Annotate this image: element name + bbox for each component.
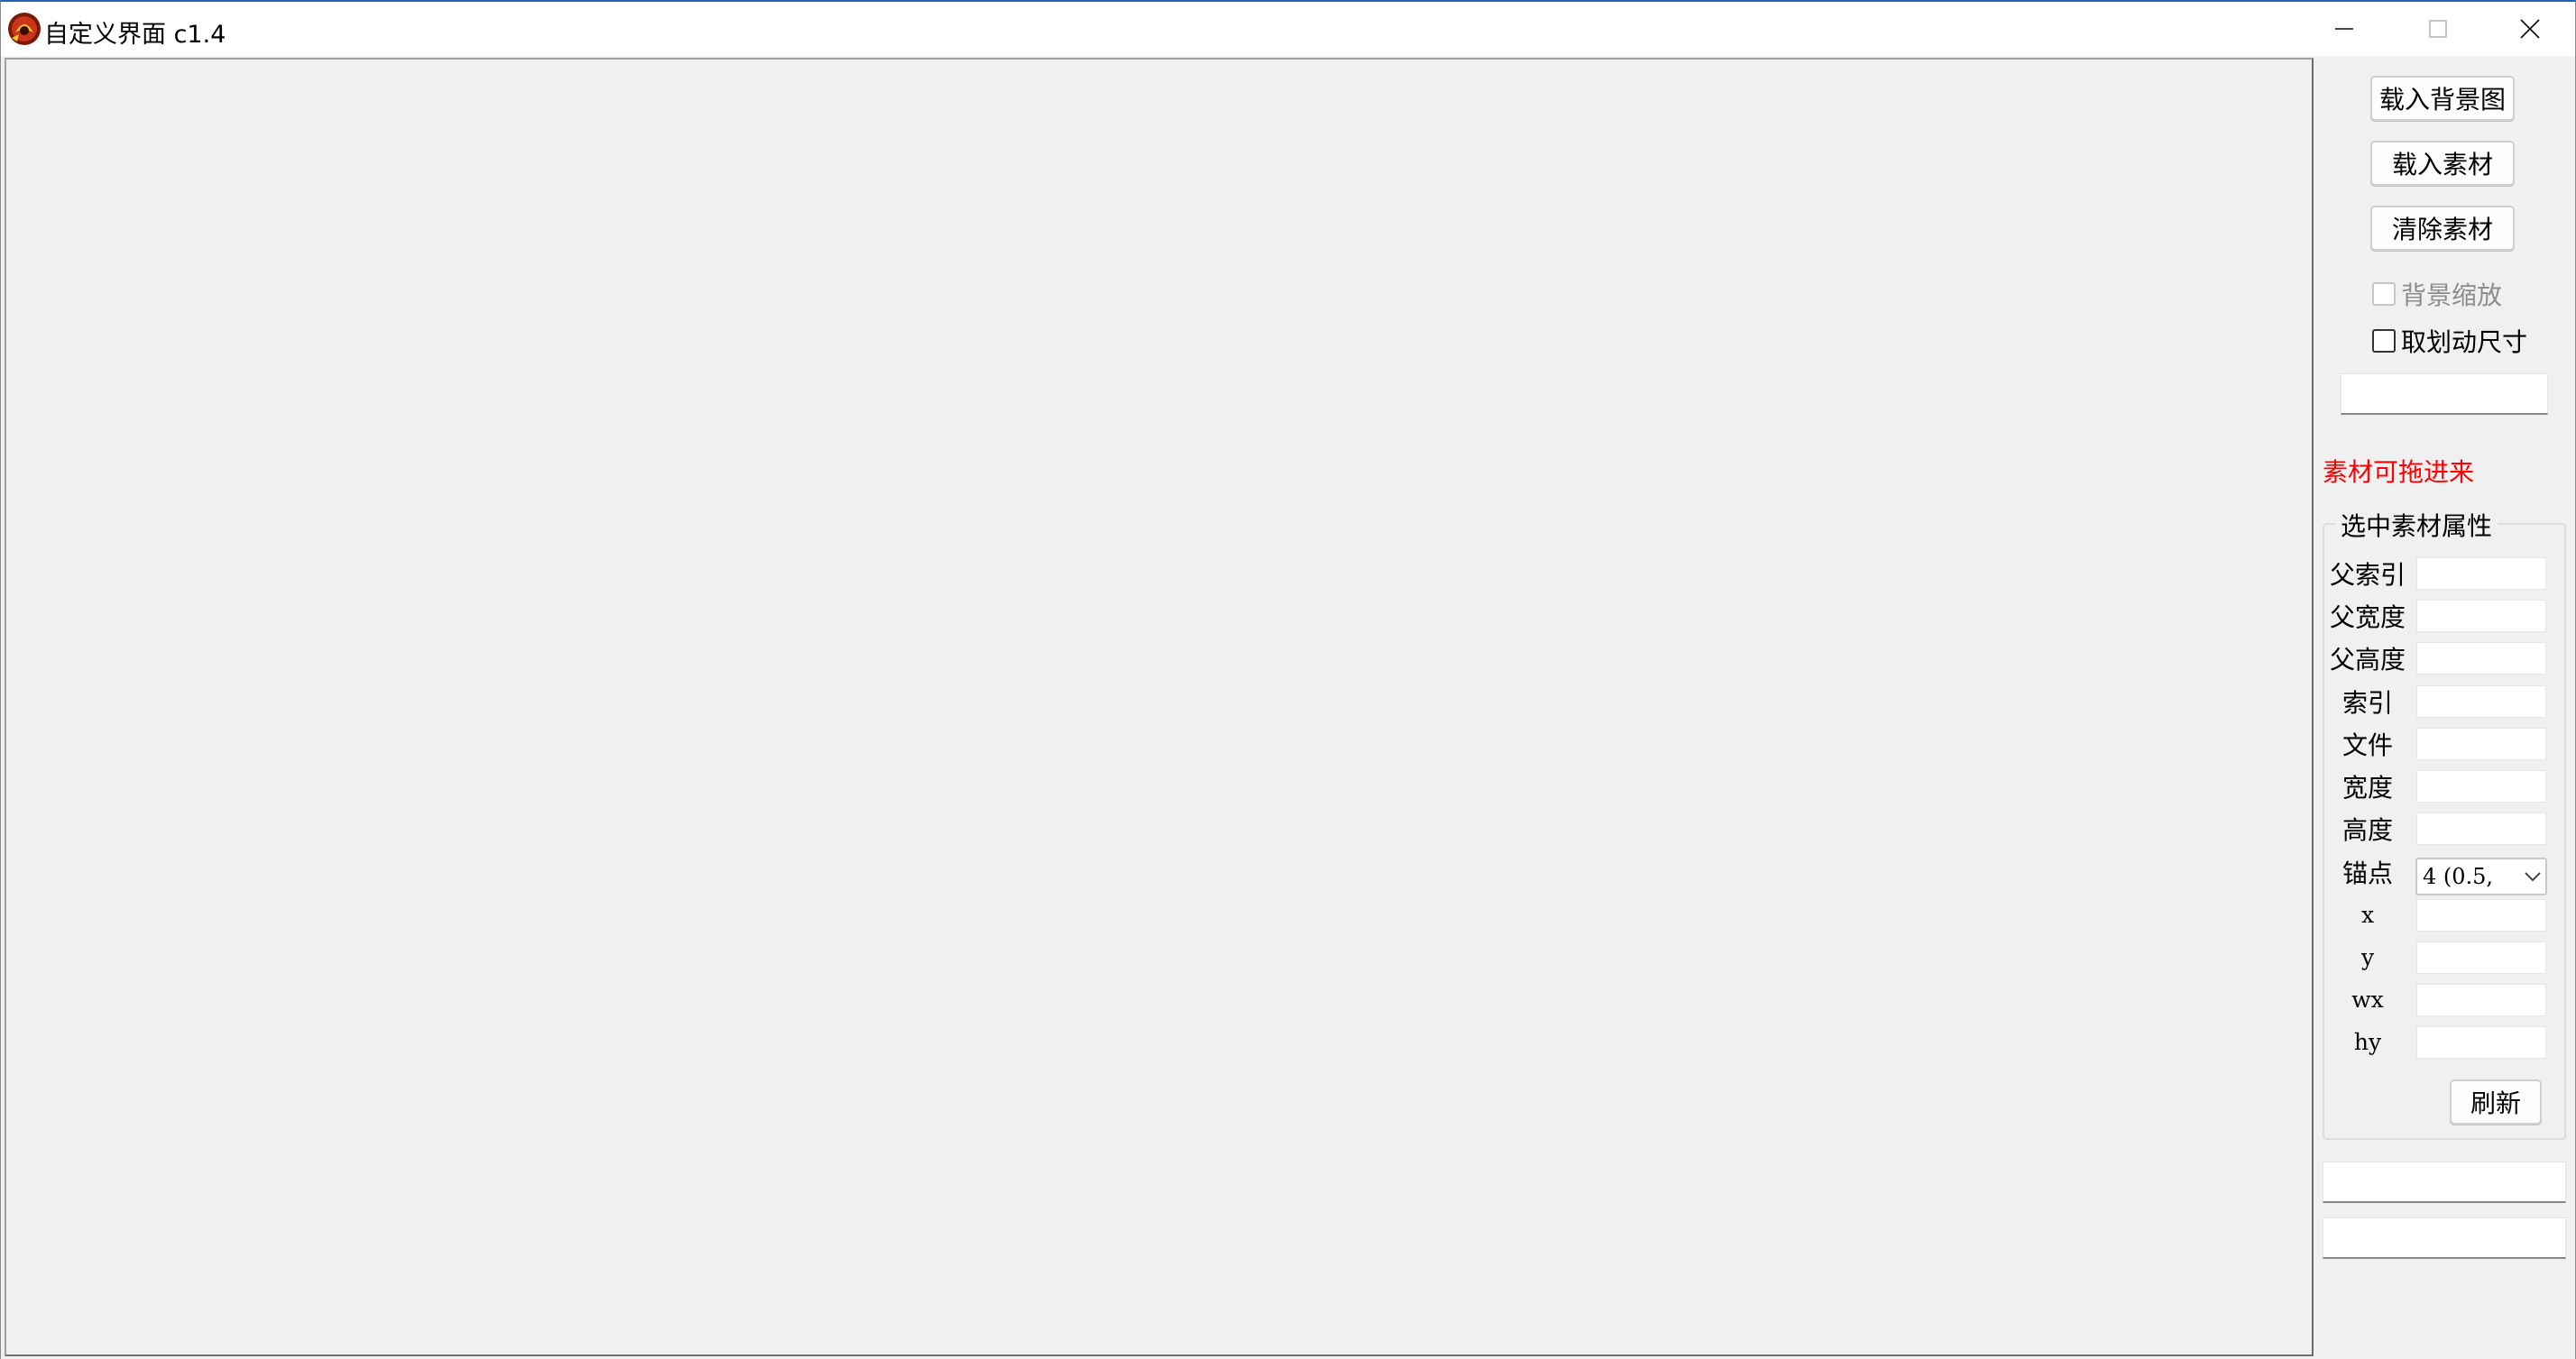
width-input[interactable] <box>2416 770 2546 803</box>
prop-label-parent-index: 父索引 <box>2329 560 2406 590</box>
app-window: 自定义界面 c1.4 载入背景图 载入素材 清除素材 背景缩放 取划动尺寸 素材… <box>0 0 2576 1359</box>
prop-label-file: 文件 <box>2341 730 2393 760</box>
window-title: 自定义界面 c1.4 <box>44 21 226 49</box>
maximize-icon <box>2429 20 2447 38</box>
prop-label-parent-height: 父高度 <box>2329 645 2406 675</box>
close-button[interactable] <box>2483 2 2575 56</box>
parent-index-input[interactable] <box>2416 557 2546 590</box>
anchor-select[interactable]: 4 (0.5, <box>2415 858 2547 895</box>
prop-label-height: 高度 <box>2341 815 2393 845</box>
load-material-button[interactable]: 载入素材 <box>2370 141 2515 186</box>
parent-height-input[interactable] <box>2416 642 2546 675</box>
wx-input[interactable] <box>2416 984 2546 1016</box>
prop-label-anchor: 锚点 <box>2341 859 2393 888</box>
prop-label-width: 宽度 <box>2341 773 2393 803</box>
checkbox-box <box>2372 282 2396 306</box>
clear-material-button[interactable]: 清除素材 <box>2370 206 2515 251</box>
app-logo-icon <box>6 11 42 47</box>
status-field-2[interactable] <box>2323 1217 2566 1259</box>
bg-scale-checkbox[interactable]: 背景缩放 <box>2372 276 2502 312</box>
prop-label-index: 索引 <box>2341 688 2393 718</box>
size-field[interactable] <box>2341 373 2548 415</box>
maximize-button[interactable] <box>2391 2 2485 56</box>
prop-label-wx: wx <box>2351 987 2384 1013</box>
properties-group-title: 选中素材属性 <box>2335 507 2498 543</box>
status-field-1[interactable] <box>2323 1162 2566 1203</box>
prop-label-x: x <box>2360 902 2375 928</box>
design-canvas[interactable] <box>5 58 2314 1356</box>
checkbox-box <box>2372 329 2396 353</box>
minimize-button[interactable] <box>2297 2 2391 56</box>
index-input[interactable] <box>2416 685 2546 718</box>
prop-label-parent-width: 父宽度 <box>2329 602 2406 632</box>
anchor-value: 4 (0.5, <box>2423 864 2494 889</box>
x-input[interactable] <box>2416 899 2546 932</box>
snap-size-checkbox[interactable]: 取划动尺寸 <box>2372 323 2527 359</box>
prop-label-y: y <box>2360 944 2375 970</box>
parent-width-input[interactable] <box>2416 600 2546 632</box>
prop-label-hy: hy <box>2353 1029 2382 1055</box>
file-input[interactable] <box>2416 728 2546 760</box>
hy-input[interactable] <box>2416 1026 2546 1059</box>
minimize-icon <box>2335 28 2353 30</box>
y-input[interactable] <box>2416 941 2546 974</box>
load-background-button[interactable]: 载入背景图 <box>2370 76 2515 121</box>
drag-hint: 素材可拖进来 <box>2323 457 2475 487</box>
chevron-down-icon <box>2520 870 2545 883</box>
height-input[interactable] <box>2416 813 2546 845</box>
snap-size-label: 取划动尺寸 <box>2401 327 2528 357</box>
title-bar[interactable]: 自定义界面 c1.4 <box>1 2 2575 56</box>
refresh-button[interactable]: 刷新 <box>2450 1079 2542 1125</box>
close-icon <box>2520 19 2540 39</box>
bg-scale-label: 背景缩放 <box>2401 280 2503 310</box>
